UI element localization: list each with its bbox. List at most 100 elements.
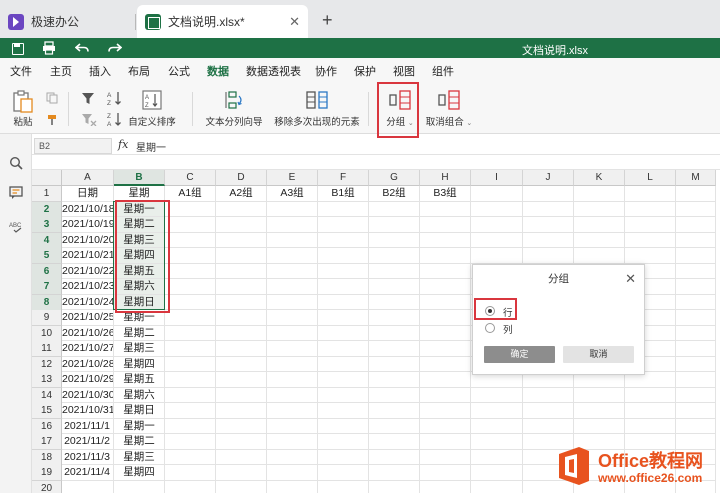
- table-cell[interactable]: 2021/10/23: [62, 279, 114, 295]
- table-cell[interactable]: [165, 248, 216, 264]
- table-cell[interactable]: [216, 403, 267, 419]
- table-cell[interactable]: [523, 418, 574, 434]
- table-cell[interactable]: [369, 248, 420, 264]
- table-cell[interactable]: [165, 263, 216, 279]
- table-cell[interactable]: [420, 263, 471, 279]
- row-header[interactable]: 20: [32, 480, 62, 493]
- table-cell[interactable]: [165, 418, 216, 434]
- table-cell[interactable]: [420, 279, 471, 295]
- table-cell[interactable]: B2组: [369, 186, 420, 202]
- table-cell[interactable]: [216, 372, 267, 388]
- row-header[interactable]: 3: [32, 217, 62, 233]
- close-tab-icon[interactable]: ✕: [289, 14, 300, 30]
- table-cell[interactable]: [471, 465, 523, 481]
- remove-duplicates-button[interactable]: 移除多次出现的元素: [274, 90, 360, 128]
- table-cell[interactable]: [574, 387, 625, 403]
- table-cell[interactable]: [420, 248, 471, 264]
- table-cell[interactable]: [369, 201, 420, 217]
- sort-ascending-icon[interactable]: AZ: [106, 90, 122, 109]
- ok-button[interactable]: 确定: [484, 346, 555, 363]
- table-cell[interactable]: [267, 341, 318, 357]
- column-header-d[interactable]: D: [216, 170, 267, 186]
- table-cell[interactable]: 2021/10/30: [62, 387, 114, 403]
- table-cell[interactable]: [62, 480, 114, 493]
- table-cell[interactable]: A3组: [267, 186, 318, 202]
- table-cell[interactable]: [216, 465, 267, 481]
- row-header[interactable]: 11: [32, 341, 62, 357]
- paste-button[interactable]: 粘贴: [10, 90, 36, 128]
- table-cell[interactable]: [420, 232, 471, 248]
- row-header[interactable]: 16: [32, 418, 62, 435]
- table-cell[interactable]: [267, 387, 318, 403]
- table-cell[interactable]: [165, 341, 216, 357]
- table-cell[interactable]: [676, 201, 716, 217]
- table-cell[interactable]: 2021/10/27: [62, 341, 114, 357]
- table-cell[interactable]: [676, 186, 716, 202]
- table-cell[interactable]: [318, 372, 369, 388]
- table-cell[interactable]: [574, 248, 625, 264]
- table-cell[interactable]: [267, 279, 318, 295]
- table-cell[interactable]: [369, 449, 420, 465]
- table-cell[interactable]: [676, 232, 716, 248]
- table-cell[interactable]: 2021/11/1: [62, 418, 114, 434]
- table-cell[interactable]: A2组: [216, 186, 267, 202]
- table-cell[interactable]: [369, 341, 420, 357]
- table-cell[interactable]: 2021/11/2: [62, 434, 114, 450]
- table-cell[interactable]: [267, 217, 318, 233]
- table-cell[interactable]: [420, 449, 471, 465]
- table-cell[interactable]: [420, 434, 471, 450]
- table-cell[interactable]: [318, 232, 369, 248]
- table-cell[interactable]: [318, 325, 369, 341]
- table-cell[interactable]: [625, 387, 676, 403]
- row-header[interactable]: 13: [32, 372, 62, 388]
- table-cell[interactable]: [523, 248, 574, 264]
- table-cell[interactable]: [676, 294, 716, 310]
- row-header[interactable]: 18: [32, 449, 62, 466]
- table-cell[interactable]: [165, 310, 216, 326]
- formula-input[interactable]: 星期一: [136, 139, 166, 154]
- table-cell[interactable]: [676, 372, 716, 388]
- table-cell[interactable]: [165, 294, 216, 310]
- table-cell[interactable]: [369, 480, 420, 493]
- table-cell[interactable]: 2021/10/31: [62, 403, 114, 419]
- table-cell[interactable]: [165, 480, 216, 493]
- tab-app-home[interactable]: 极速办公: [0, 5, 134, 38]
- table-cell[interactable]: [676, 403, 716, 419]
- table-cell[interactable]: [216, 356, 267, 372]
- table-cell[interactable]: [676, 418, 716, 434]
- print-icon[interactable]: [42, 41, 56, 55]
- table-cell[interactable]: [625, 403, 676, 419]
- table-cell[interactable]: [267, 232, 318, 248]
- table-cell[interactable]: 星期二: [114, 325, 165, 341]
- table-cell[interactable]: 星期五: [114, 372, 165, 388]
- table-cell[interactable]: [625, 248, 676, 264]
- name-box[interactable]: B2: [34, 138, 112, 154]
- table-cell[interactable]: [369, 434, 420, 450]
- table-cell[interactable]: 星期二: [114, 434, 165, 450]
- table-cell[interactable]: [471, 217, 523, 233]
- column-header-k[interactable]: K: [574, 170, 625, 186]
- table-cell[interactable]: 星期日: [114, 403, 165, 419]
- table-cell[interactable]: [216, 248, 267, 264]
- table-cell[interactable]: [471, 387, 523, 403]
- table-cell[interactable]: [676, 263, 716, 279]
- table-cell[interactable]: [318, 294, 369, 310]
- table-cell[interactable]: 2021/10/20: [62, 232, 114, 248]
- row-header[interactable]: 6: [32, 263, 62, 280]
- menu-protect[interactable]: 保护: [354, 63, 376, 79]
- table-cell[interactable]: [267, 403, 318, 419]
- table-cell[interactable]: [318, 263, 369, 279]
- column-header-a[interactable]: A: [62, 170, 114, 186]
- menu-file[interactable]: 文件: [10, 63, 32, 79]
- table-cell[interactable]: [165, 387, 216, 403]
- table-cell[interactable]: [420, 418, 471, 434]
- new-tab-button[interactable]: +: [322, 10, 333, 31]
- table-cell[interactable]: [165, 325, 216, 341]
- table-cell[interactable]: [420, 465, 471, 481]
- format-painter-icon[interactable]: [46, 114, 58, 129]
- table-cell[interactable]: [523, 201, 574, 217]
- table-cell[interactable]: [165, 232, 216, 248]
- function-icon[interactable]: fx: [118, 138, 128, 151]
- table-cell[interactable]: [676, 217, 716, 233]
- table-cell[interactable]: [216, 449, 267, 465]
